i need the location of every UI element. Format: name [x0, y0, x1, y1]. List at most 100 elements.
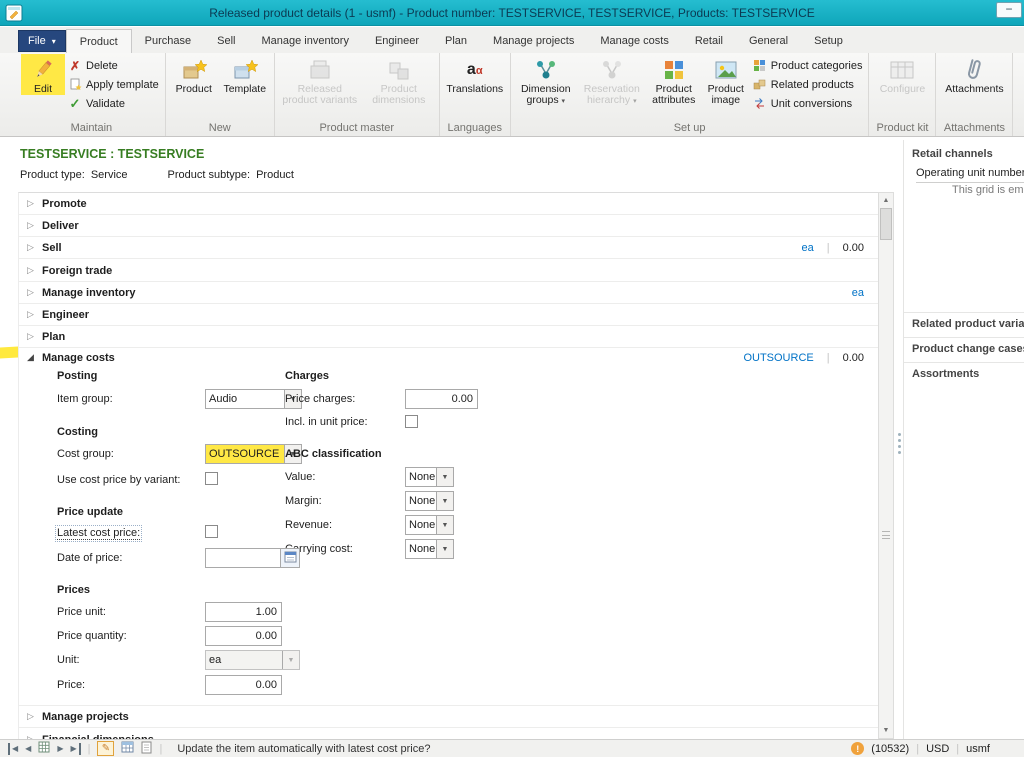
abc-carrying-combobox[interactable]: None ▼ [405, 539, 454, 559]
chevron-down-icon: ▾ [633, 98, 637, 105]
section-financial-dimensions[interactable]: ▷ Financial dimensions [19, 729, 878, 739]
section-plan[interactable]: ▷ Plan [19, 326, 878, 348]
chevron-down-icon: ▾ [52, 37, 56, 46]
edit-button[interactable]: Edit [21, 54, 65, 95]
section-promote[interactable]: ▷ Promote [19, 193, 878, 215]
scrollbar-thumb[interactable] [880, 208, 892, 240]
expand-arrow-icon: ▷ [27, 287, 42, 298]
tab-retail[interactable]: Retail [682, 29, 736, 53]
price-quantity-label: Price quantity: [57, 630, 127, 642]
price-update-group-label: Price update [57, 506, 123, 518]
prices-group-label: Prices [57, 584, 90, 596]
price-unit-input[interactable]: 1.00 [205, 602, 282, 622]
product-attributes-button[interactable]: Product attributes [646, 54, 702, 106]
tab-setup[interactable]: Setup [801, 29, 856, 53]
section-manage-projects[interactable]: ▷ Manage projects [19, 706, 878, 728]
price-label: Price: [57, 679, 85, 691]
currency-indicator: USD [926, 743, 949, 755]
related-products-icon [753, 78, 767, 92]
related-products-button[interactable]: Related products [750, 76, 866, 93]
delete-button[interactable]: ✗ Delete [65, 57, 162, 74]
status-bar: ◀ ◀ ▶ ▶ | ✎ | Update the item automatica… [0, 739, 1024, 757]
tab-manage-inventory[interactable]: Manage inventory [249, 29, 362, 53]
first-record-button[interactable]: ◀ [8, 743, 18, 755]
table-view-button[interactable] [121, 741, 134, 756]
section-engineer[interactable]: ▷ Engineer [19, 304, 878, 326]
item-group-label: Item group: [57, 393, 113, 405]
notifications-count[interactable]: (10532) [871, 743, 909, 755]
last-record-button[interactable]: ▶ [70, 743, 80, 755]
attachments-button[interactable]: Attachments [939, 54, 1009, 95]
ribbon-group-label: Maintain [21, 121, 162, 136]
section-manage-costs[interactable]: ◢ Manage costs OUTSOURCE | 0.00 [19, 348, 878, 367]
section-foreign-trade[interactable]: ▷ Foreign trade [19, 260, 878, 282]
tab-manage-projects[interactable]: Manage projects [480, 29, 587, 53]
scroll-up-icon[interactable]: ▲ [879, 193, 893, 208]
date-picker-button[interactable] [281, 548, 300, 568]
tab-product[interactable]: Product [66, 29, 132, 53]
dimension-groups-button[interactable]: Dimension groups ▾ [514, 54, 578, 107]
abc-revenue-combobox[interactable]: None ▼ [405, 515, 454, 535]
minimize-button[interactable]: − [996, 2, 1022, 18]
incl-unit-price-label: Incl. in unit price: [285, 416, 368, 428]
abc-value-combobox[interactable]: None ▼ [405, 467, 454, 487]
incl-unit-price-checkbox[interactable] [405, 415, 418, 428]
ribbon-group-label: Attachments [939, 121, 1009, 136]
product-image-button[interactable]: Product image [702, 54, 750, 106]
new-template-button[interactable]: Template [219, 54, 271, 95]
price-input[interactable]: 0.00 [205, 675, 282, 695]
panel-splitter[interactable] [896, 140, 903, 739]
price-charges-input[interactable]: 0.00 [405, 389, 478, 409]
grid-view-button[interactable] [38, 741, 50, 756]
reservation-hierarchy-icon [600, 56, 624, 84]
apply-template-icon [68, 78, 82, 92]
apply-template-button[interactable]: Apply template [65, 76, 162, 93]
translations-button[interactable]: aα Translations [443, 54, 507, 95]
validate-button[interactable]: ✓ Validate [65, 95, 162, 112]
chevron-down-icon: ▾ [562, 98, 566, 105]
ribbon-tab-row: File ▾ Product Purchase Sell Manage inve… [0, 27, 1024, 53]
tab-sell[interactable]: Sell [204, 29, 248, 53]
assortments-header[interactable]: Assortments [904, 362, 1024, 380]
abc-margin-combobox[interactable]: None ▼ [405, 491, 454, 511]
document-button[interactable] [141, 741, 152, 757]
file-menu-button[interactable]: File ▾ [18, 30, 66, 52]
section-deliver[interactable]: ▷ Deliver [19, 215, 878, 237]
product-subtype-label: Product subtype: [168, 169, 251, 181]
product-categories-button[interactable]: Product categories [750, 57, 866, 74]
abc-revenue-label: Revenue: [285, 519, 332, 531]
notifications-icon[interactable]: ! [851, 742, 864, 755]
tab-plan[interactable]: Plan [432, 29, 480, 53]
section-sell[interactable]: ▷ Sell ea | 0.00 [19, 237, 878, 259]
section-manage-inventory[interactable]: ▷ Manage inventory ea [19, 282, 878, 304]
date-of-price-input[interactable] [205, 548, 281, 568]
related-product-variants-header[interactable]: Related product variants [904, 312, 1024, 330]
check-icon: ✓ [68, 97, 82, 111]
ribbon-group-product-kit: Configure Product kit [869, 53, 936, 136]
tab-engineer[interactable]: Engineer [362, 29, 432, 53]
company-indicator[interactable]: usmf [966, 743, 990, 755]
use-cost-price-variant-label: Use cost price by variant: [57, 474, 181, 486]
tab-purchase[interactable]: Purchase [132, 29, 204, 53]
next-record-button[interactable]: ▶ [57, 743, 63, 755]
product-change-cases-header[interactable]: Product change cases [904, 337, 1024, 355]
vertical-scrollbar[interactable]: ▲ ▼ [878, 192, 894, 739]
edit-mode-indicator[interactable]: ✎ [97, 741, 114, 756]
unit-conversions-button[interactable]: Unit conversions [750, 95, 866, 112]
scroll-down-icon[interactable]: ▼ [879, 723, 893, 738]
grid-column-header[interactable]: Operating unit number [916, 167, 1024, 183]
manage-inventory-unit-value: ea [852, 287, 864, 299]
retail-channels-header[interactable]: Retail channels [912, 148, 993, 160]
price-quantity-input[interactable]: 0.00 [205, 626, 282, 646]
highlight-marker [0, 347, 18, 359]
abc-classification-group-label: ABC classification [285, 448, 382, 460]
abc-value-label: Value: [285, 471, 315, 483]
tab-manage-costs[interactable]: Manage costs [587, 29, 681, 53]
latest-cost-price-checkbox[interactable] [205, 525, 218, 538]
delete-icon: ✗ [68, 59, 82, 73]
use-cost-price-variant-checkbox[interactable] [205, 472, 218, 485]
tab-general[interactable]: General [736, 29, 801, 53]
previous-record-button[interactable]: ◀ [25, 743, 31, 755]
chevron-down-icon: ▼ [436, 516, 453, 534]
new-product-button[interactable]: Product [169, 54, 219, 95]
